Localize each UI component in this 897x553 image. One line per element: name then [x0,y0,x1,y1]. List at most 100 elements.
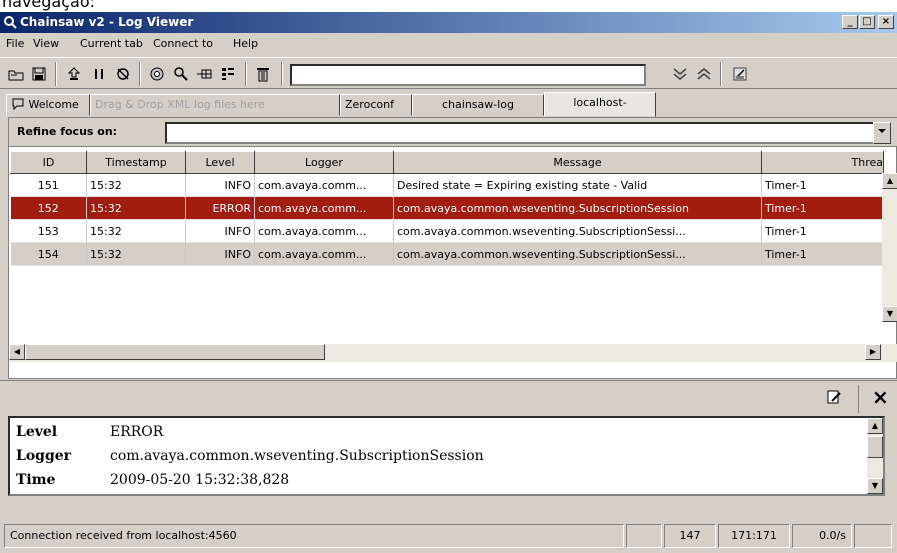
cell-message: com.avaya.common.wseventing.Subscription… [393,242,762,266]
detail-pane-icon[interactable] [147,64,167,84]
cell-thread: Timer-1 [761,219,884,243]
find-input[interactable] [290,64,646,86]
log-table: ID Timestamp Level Logger Message Threa … [10,151,884,266]
table-row[interactable]: 153 15:32 INFO com.avaya.comm... com.ava… [10,219,884,243]
page-fragment-text: navegação: [2,0,95,11]
column-header-logger[interactable]: Logger [254,151,394,174]
cell-level: INFO [185,173,255,197]
maximize-button[interactable]: □ [859,15,875,29]
cell-message: Desired state = Expiring existing state … [393,173,762,197]
scroll-right-button[interactable]: ▶ [865,344,881,360]
clear-find-icon[interactable] [730,64,750,84]
window-title: Chainsaw v2 - Log Viewer [20,15,194,29]
scroll-down-button[interactable]: ▼ [882,306,897,322]
cell-timestamp: 15:32 [86,173,186,197]
cell-logger: com.avaya.comm... [254,219,394,243]
horizontal-scroll-thumb[interactable] [25,344,325,360]
cell-message: com.avaya.common.wseventing.Subscription… [393,219,762,243]
minimize-button[interactable]: _ [842,15,858,29]
cell-logger: com.avaya.comm... [254,196,394,220]
menu-connect-to[interactable]: Connect to [153,37,213,50]
detail-key: Time [16,472,56,488]
table-horizontal-scrollbar[interactable]: ◀ ▶ [9,344,897,362]
cell-level: INFO [185,242,255,266]
column-header-id[interactable]: ID [10,151,87,174]
log-tree-icon[interactable] [194,64,214,84]
refine-focus-label: Refine focus on: [17,125,118,138]
scroll-left-button[interactable]: ◀ [9,344,25,360]
status-blank-panel [626,524,662,548]
cell-message: com.avaya.common.wseventing.Subscription… [393,196,762,220]
toolbar [0,57,897,89]
refine-focus-input[interactable] [165,122,882,144]
status-bar: Connection received from localhost:4560 … [0,521,897,553]
chainsaw-window: Chainsaw v2 - Log Viewer _ □ × File View… [0,12,897,553]
save-icon[interactable] [29,64,49,84]
column-header-message[interactable]: Message [393,151,762,174]
close-button[interactable]: × [878,15,894,29]
cell-thread: Timer-1 [761,173,884,197]
tab-localhost[interactable]: localhost- [544,92,656,117]
toolbar-separator [281,62,283,86]
folder-back-icon[interactable] [6,64,26,84]
tab-welcome[interactable]: Welcome [6,94,90,116]
cell-timestamp: 15:32 [86,196,186,220]
column-toggle-icon[interactable] [218,64,238,84]
pause-icon[interactable] [89,64,109,84]
cell-logger: com.avaya.comm... [254,173,394,197]
detail-vertical-scrollbar[interactable]: ▲ ▼ [867,418,883,494]
detail-panel: Level ERROR Logger com.avaya.common.wsev… [8,416,885,496]
cell-id: 151 [10,173,87,197]
refine-focus-bar: Refine focus on: [9,118,897,147]
cell-level: INFO [185,219,255,243]
detail-scroll-down-button[interactable]: ▼ [867,478,883,494]
column-header-thread[interactable]: Threa [761,151,884,174]
tab-chainsaw-log[interactable]: chainsaw-log [412,94,544,116]
find-icon[interactable] [171,64,191,84]
tab-zeroconf[interactable]: Zeroconf [340,94,412,116]
tab-drag-drop[interactable]: Drag & Drop XML log files here [90,94,340,116]
detail-value: 2009-05-20 15:32:38,828 [110,472,290,488]
scroll-lock-icon[interactable] [64,64,84,84]
menu-file[interactable]: File [6,37,24,50]
menu-bar: File View Current tab Connect to Help [0,33,897,55]
table-row[interactable]: 151 15:32 INFO com.avaya.comm... Desired… [10,173,884,197]
detail-value: com.avaya.common.wseventing.Subscription… [110,448,484,464]
menu-current-tab[interactable]: Current tab [80,37,143,50]
table-vertical-scrollbar[interactable]: ▲ ▼ [882,173,897,322]
column-header-level[interactable]: Level [185,151,255,174]
find-previous-button[interactable] [694,64,714,84]
cell-thread: Timer-1 [761,242,884,266]
toolbar-separator [139,62,141,86]
log-panel: Refine focus on: ID Timestamp Level Logg… [8,117,897,379]
chainsaw-app-icon [4,16,17,29]
toolbar-separator [720,62,722,86]
toolbar-separator [245,62,247,86]
menu-view[interactable]: View [33,37,59,50]
menu-help[interactable]: Help [233,37,258,50]
detail-panel-toolbar: × [0,380,897,416]
table-row[interactable]: 154 15:32 INFO com.avaya.comm... com.ava… [10,242,884,266]
column-header-timestamp[interactable]: Timestamp [86,151,186,174]
scroll-up-button[interactable]: ▲ [882,173,897,189]
cell-timestamp: 15:32 [86,242,186,266]
cell-timestamp: 15:32 [86,219,186,243]
edit-detail-icon[interactable] [826,389,842,405]
title-bar[interactable]: Chainsaw v2 - Log Viewer _ □ × [0,12,897,33]
detail-scroll-thumb[interactable] [867,436,883,458]
cell-logger: com.avaya.comm... [254,242,394,266]
cell-id: 152 [10,196,87,220]
close-detail-button[interactable]: × [872,385,889,409]
toolbar-separator [55,62,57,86]
detail-value: ERROR [110,424,164,440]
refine-focus-dropdown[interactable] [873,122,891,144]
clear-icon[interactable] [253,64,273,84]
find-next-button[interactable] [670,64,690,84]
cell-id: 153 [10,219,87,243]
status-message: Connection received from localhost:4560 [4,524,624,548]
refresh-icon[interactable] [113,64,133,84]
speech-bubble-icon [12,98,24,111]
detail-scroll-up-button[interactable]: ▲ [867,418,883,434]
status-range: 171:171 [718,524,790,548]
table-row-selected[interactable]: 152 15:32 ERROR com.avaya.comm... com.av… [10,196,884,220]
